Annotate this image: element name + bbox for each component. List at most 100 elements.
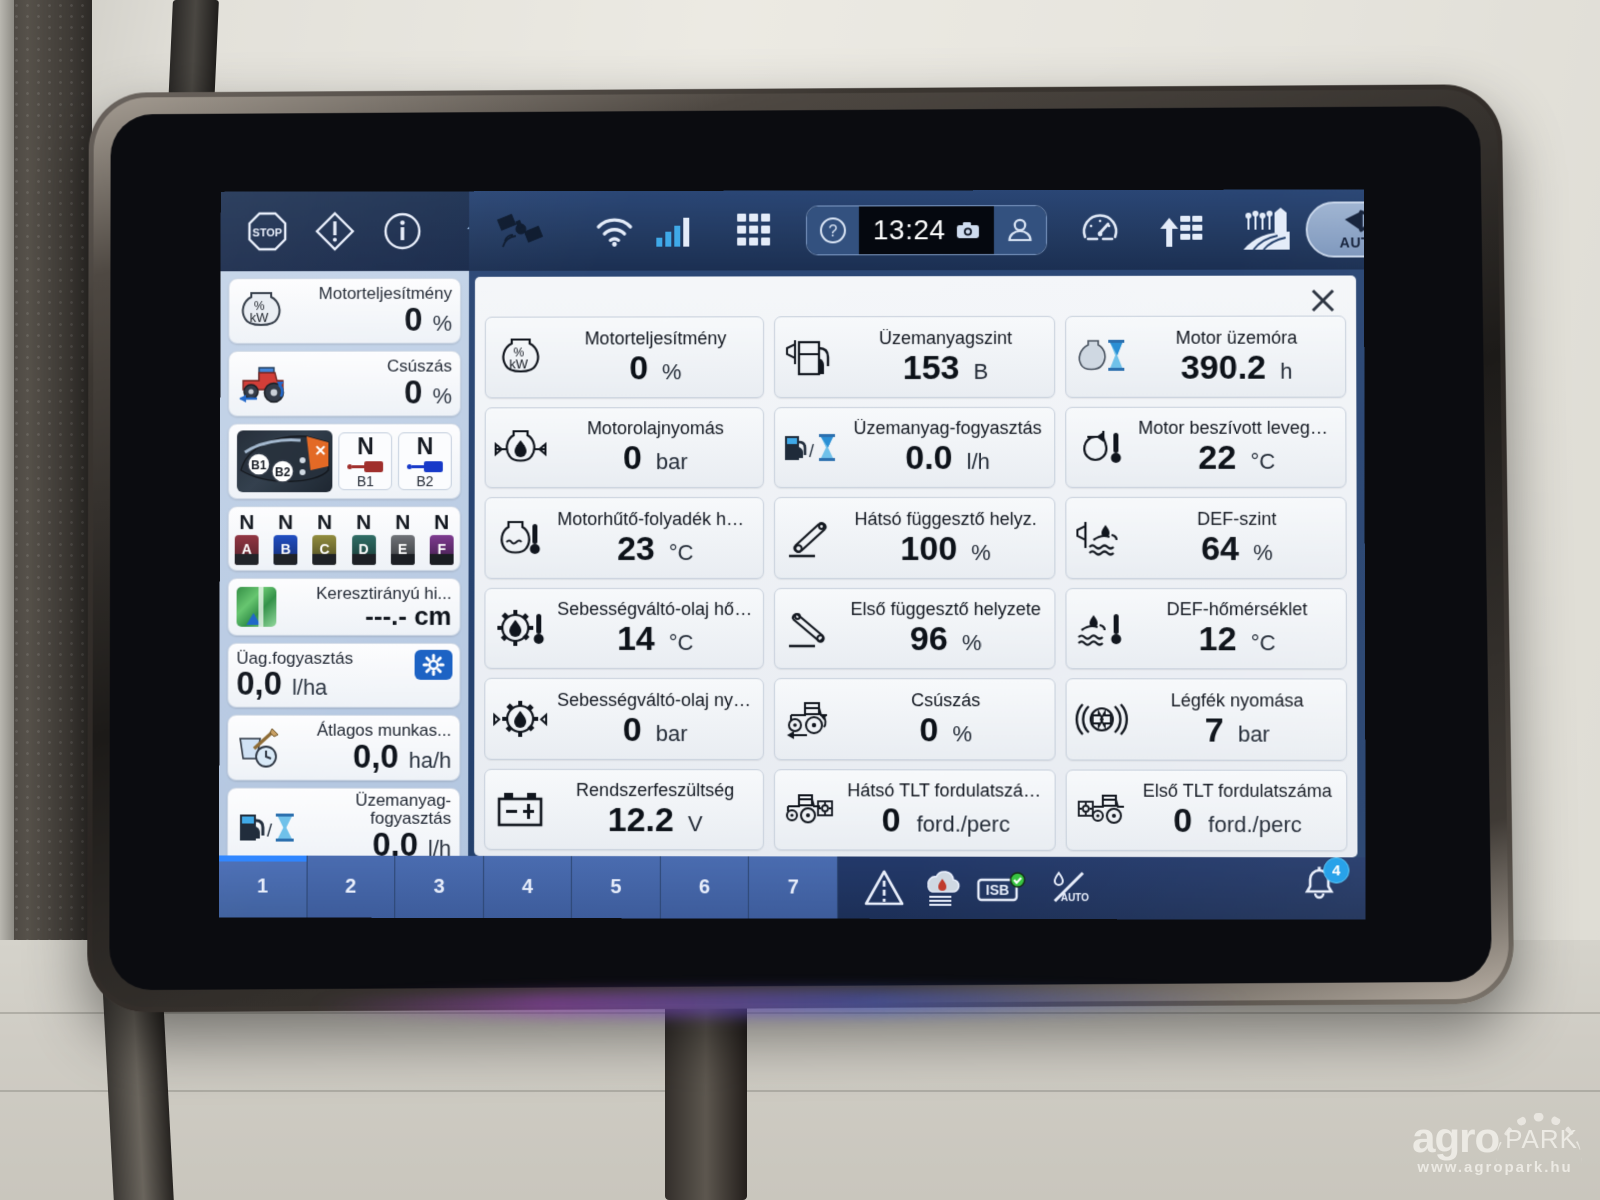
tile-label: Első TLT fordulatszáma bbox=[1142, 782, 1333, 802]
sidebar-item-area-consumption[interactable]: Üag.fogyasztás 0,0 l/ha bbox=[227, 642, 461, 709]
tab-7[interactable]: 7 bbox=[749, 856, 839, 919]
tile-rear-pto-speed[interactable]: Hátsó TLT fordulatszáma 0 ford./perc bbox=[774, 768, 1056, 851]
valve-c[interactable]: N C bbox=[312, 511, 337, 565]
tile-value: 0 bbox=[629, 349, 649, 387]
tab-4[interactable]: 4 bbox=[483, 855, 573, 919]
valve-d-letter: D bbox=[358, 540, 369, 557]
def-level-icon bbox=[1074, 512, 1128, 564]
tab-6[interactable]: 6 bbox=[660, 856, 750, 919]
tile-value: 0 bbox=[623, 439, 642, 478]
valve-e-letter: E bbox=[397, 540, 408, 557]
tile-engine-load[interactable]: % kW Motorteljesítmény 0% bbox=[484, 316, 765, 398]
air-brake-icon bbox=[1074, 693, 1128, 745]
tile-coolant-temp[interactable]: Motorhűtő-folyadék hőm… 23 °C bbox=[484, 497, 765, 579]
tile-value: 14 bbox=[616, 620, 655, 659]
valve-b1[interactable]: N B1 bbox=[338, 432, 393, 490]
operator-icon[interactable] bbox=[993, 206, 1046, 255]
road-mode-icon[interactable] bbox=[864, 869, 904, 907]
tile-front-pto-speed[interactable]: Első TLT fordulatszáma 0 ford./perc bbox=[1065, 769, 1348, 852]
tab-label: 2 bbox=[345, 875, 357, 898]
info-icon[interactable] bbox=[376, 206, 430, 256]
notification-bell[interactable]: 4 bbox=[1299, 857, 1350, 910]
tile-value: 390.2 bbox=[1180, 348, 1267, 387]
isb-icon[interactable]: ISB bbox=[976, 870, 1028, 906]
tile-engine-hours[interactable]: Motor üzemóra 390.2 h bbox=[1064, 315, 1347, 398]
svg-text:B1: B1 bbox=[251, 458, 267, 472]
implement-list-icon[interactable] bbox=[1151, 205, 1211, 255]
stop-icon[interactable]: STOP bbox=[240, 207, 294, 257]
tile-gearbox-oil-pressure[interactable]: Sebességváltó-olaj nyom… 0 bar bbox=[484, 677, 765, 760]
tile-label: Csúszás bbox=[911, 690, 981, 711]
apps-grid-icon[interactable] bbox=[728, 207, 780, 255]
valve-b2-label: B2 bbox=[416, 472, 434, 489]
tile-system-voltage[interactable]: Rendszerfeszültség 12.2 V bbox=[484, 768, 765, 851]
tab-3[interactable]: 3 bbox=[395, 855, 484, 918]
tile-value: 0 bbox=[919, 710, 939, 749]
tile-def-temp[interactable]: DEF-hőmérséklet 12 °C bbox=[1065, 587, 1347, 670]
valve-f[interactable]: N F bbox=[429, 510, 454, 565]
air-filter-icon[interactable] bbox=[920, 869, 960, 907]
tab-1[interactable]: 1 bbox=[218, 855, 308, 918]
sidebar-item-avg-work-rate[interactable]: Átlagos munkas... 0,0 ha/h bbox=[227, 714, 461, 782]
top-bar-right-group: ? 13:24 AUTO bbox=[469, 189, 1366, 271]
valve-e[interactable]: N E bbox=[390, 511, 415, 565]
gearbox-oil-temp-icon bbox=[493, 602, 547, 654]
sidebar-item-engine-load[interactable]: % kW Motorteljesítmény 0 % bbox=[228, 277, 462, 344]
satellite-icon[interactable] bbox=[487, 203, 555, 259]
joystick-icon: B1 B2 bbox=[236, 430, 333, 492]
sidebar-item-slip[interactable]: Csúszás 0 % bbox=[228, 350, 461, 417]
valve-b2[interactable]: N B2 bbox=[398, 431, 452, 490]
tile-value: 100 bbox=[900, 529, 958, 568]
tile-def-level[interactable]: DEF-szint 64% bbox=[1064, 496, 1347, 579]
gauge-icon[interactable] bbox=[1073, 205, 1127, 255]
engine-hours-icon bbox=[1074, 331, 1128, 383]
sidebar-slip-value: 0 bbox=[404, 373, 423, 411]
tab-2[interactable]: 2 bbox=[307, 855, 396, 918]
tab-label: 7 bbox=[787, 875, 799, 899]
close-icon[interactable] bbox=[1306, 286, 1340, 316]
work-rate-icon bbox=[236, 727, 284, 769]
warning-icon[interactable] bbox=[308, 206, 362, 256]
tile-fuel-consumption[interactable]: / Üzemanyag-fogyasztás 0.0 l/h bbox=[774, 406, 1055, 489]
percent-kw-icon: % kW bbox=[237, 289, 285, 333]
rear-pto-icon bbox=[783, 783, 837, 835]
tile-value: 12.2 bbox=[607, 801, 674, 840]
valve-d[interactable]: N D bbox=[351, 511, 376, 565]
help-button[interactable]: ? bbox=[807, 206, 859, 255]
tab-5[interactable]: 5 bbox=[572, 856, 661, 919]
wifi-icon[interactable] bbox=[587, 209, 643, 253]
svg-text:STOP: STOP bbox=[253, 227, 283, 239]
tile-rear-hitch-position[interactable]: Hátsó függesztő helyz. 100% bbox=[774, 496, 1056, 579]
sidebar-item-valve-bank[interactable]: N A N B N C N D N E N F bbox=[227, 505, 461, 571]
tile-oil-pressure[interactable]: Motorolajnyomás 0 bar bbox=[484, 406, 765, 489]
tile-front-hitch-position[interactable]: Első függesztő helyzete 96% bbox=[774, 587, 1056, 670]
valve-a[interactable]: N A bbox=[234, 511, 259, 565]
tile-air-brake-pressure[interactable]: Légfék nyomása 7 bar bbox=[1065, 678, 1348, 761]
sidebar-item-fuel-consumption[interactable]: / Üzemanyag-fogyasztás 0,0 l/h bbox=[226, 787, 461, 856]
tractor-slip-icon bbox=[237, 362, 289, 404]
valve-f-state: N bbox=[434, 510, 450, 534]
tile-unit: l/h bbox=[966, 449, 990, 475]
watermark-brand: agro bbox=[1412, 1114, 1500, 1162]
signal-bars-icon[interactable] bbox=[648, 210, 700, 252]
field-farm-icon[interactable] bbox=[1235, 204, 1299, 256]
tile-fuel-level[interactable]: Üzemanyagszint 153 B bbox=[774, 315, 1055, 398]
sidebar-engine-load-label: Motorteljesítmény bbox=[318, 283, 453, 303]
tile-unit: % bbox=[1253, 539, 1273, 565]
clock-display[interactable]: 13:24 bbox=[858, 206, 994, 255]
tile-label: DEF-hőmérséklet bbox=[1166, 600, 1308, 620]
sidebar-avg-work-rate-unit: ha/h bbox=[408, 747, 452, 774]
oil-pressure-icon bbox=[494, 422, 548, 474]
gear-icon[interactable] bbox=[414, 649, 453, 680]
tile-intake-air-temp[interactable]: Motor beszívott levegőjé… 22 °C bbox=[1064, 406, 1347, 488]
slip-auto-icon[interactable]: AUTO bbox=[1045, 869, 1093, 907]
sidebar-item-cross-track[interactable]: Keresztirányú hi... ---.- cm bbox=[227, 577, 461, 636]
auto-steering-button[interactable]: AUTO bbox=[1305, 201, 1366, 258]
bottom-bar: 1 2 3 4 5 6 7 ISB AUTO 4 bbox=[218, 855, 1366, 920]
valve-b[interactable]: N B bbox=[273, 511, 298, 565]
sidebar-engine-load-value: 0 bbox=[404, 300, 423, 338]
camera-icon[interactable] bbox=[955, 220, 979, 240]
tile-slip[interactable]: Csúszás 0% bbox=[774, 678, 1056, 760]
tile-gearbox-oil-temp[interactable]: Sebességváltó-olaj hőm. 14 °C bbox=[484, 587, 765, 670]
sidebar-item-hydraulics[interactable]: B1 B2 N B1 N B2 bbox=[227, 423, 461, 499]
